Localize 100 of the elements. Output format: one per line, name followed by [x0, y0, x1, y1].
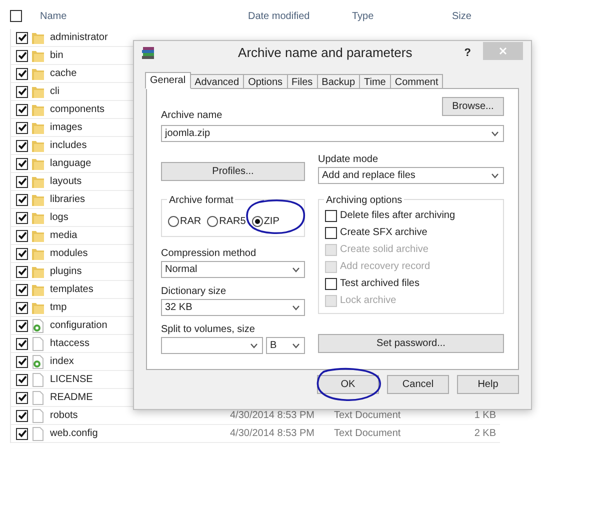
file-name[interactable]: web.config: [50, 426, 230, 441]
cancel-button[interactable]: Cancel: [387, 375, 449, 394]
checkbox[interactable]: [16, 176, 28, 188]
checkbox[interactable]: [325, 226, 337, 238]
field-label: Update mode: [318, 153, 380, 167]
document-icon: [31, 336, 45, 350]
checkbox[interactable]: [16, 320, 28, 332]
checkbox[interactable]: [16, 212, 28, 224]
browse-button[interactable]: Browse...: [442, 97, 504, 116]
folder-icon: [31, 30, 45, 44]
checkbox[interactable]: [16, 302, 28, 314]
archive-books-icon: [142, 46, 156, 60]
file-name[interactable]: robots: [50, 408, 230, 423]
checkbox[interactable]: [16, 194, 28, 206]
checkbox[interactable]: [16, 248, 28, 260]
split-unit-dropdown[interactable]: B: [266, 337, 305, 354]
checkbox-label: Delete files after archiving: [340, 209, 456, 223]
folder-icon: [31, 84, 45, 98]
help-button[interactable]: Help: [457, 375, 519, 394]
help-button[interactable]: ?: [464, 44, 471, 62]
checkbox[interactable]: [16, 284, 28, 296]
group-label: Archiving options: [324, 193, 404, 208]
document-icon: [31, 426, 45, 440]
date-modified: 4/30/2014 8:53 PM: [230, 409, 316, 423]
file-size: 1 KB: [473, 409, 496, 423]
tab[interactable]: Comment: [390, 74, 444, 89]
chevron-down-icon: [292, 342, 300, 348]
checkbox[interactable]: [16, 158, 28, 170]
file-size: 2 KB: [473, 427, 496, 441]
set-password-button[interactable]: Set password...: [318, 334, 504, 353]
compression-dropdown[interactable]: Normal: [161, 261, 305, 278]
folder-icon: [31, 120, 45, 134]
chevron-down-icon: [292, 266, 300, 272]
column-header[interactable]: Name: [40, 8, 220, 24]
file-type: Text Document: [334, 427, 402, 441]
checkbox[interactable]: [325, 210, 337, 222]
folder-icon: [31, 282, 45, 296]
tab[interactable]: Options: [243, 74, 288, 89]
field-label: Split to volumes, size: [161, 323, 256, 337]
folder-icon: [31, 228, 45, 242]
field-label: Compression method: [161, 247, 258, 261]
radio-label: ZIP: [264, 214, 280, 228]
checkbox[interactable]: [16, 104, 28, 116]
checkbox[interactable]: [16, 230, 28, 242]
checkbox-label: Add recovery record: [340, 260, 430, 274]
folder-icon: [31, 174, 45, 188]
checkbox[interactable]: [16, 428, 28, 440]
folder-icon: [31, 48, 45, 62]
checkbox-label: Create solid archive: [340, 243, 428, 257]
folder-icon: [31, 246, 45, 260]
checkbox[interactable]: [16, 50, 28, 62]
checkbox-label: Create SFX archive: [340, 226, 428, 240]
checkbox[interactable]: [16, 68, 28, 80]
column-header[interactable]: Size: [452, 8, 472, 24]
checkbox[interactable]: [16, 374, 28, 386]
checkbox-label: Lock archive: [340, 294, 396, 308]
column-header[interactable]: Type: [352, 8, 452, 24]
tab[interactable]: General: [145, 72, 191, 89]
close-icon: [499, 47, 507, 55]
folder-icon: [31, 156, 45, 170]
checkbox[interactable]: [16, 338, 28, 350]
script-file-icon: [31, 318, 45, 332]
radio-button[interactable]: [168, 216, 179, 226]
checkbox[interactable]: [16, 410, 28, 422]
window-title: Archive name and parameters: [237, 44, 414, 62]
chevron-down-icon: [250, 342, 258, 348]
profiles-button[interactable]: Profiles...: [161, 162, 305, 181]
checkbox[interactable]: [16, 356, 28, 368]
checkbox[interactable]: [16, 392, 28, 404]
checkbox[interactable]: [16, 140, 28, 152]
field-label: Dictionary size: [161, 285, 228, 299]
checkbox[interactable]: [16, 32, 28, 44]
script-file-icon: [31, 354, 45, 368]
archive-name-field[interactable]: joomla.zip: [161, 125, 504, 142]
date-modified: 4/30/2014 8:53 PM: [230, 427, 316, 441]
split-size-field[interactable]: [161, 337, 263, 354]
chevron-down-icon: [292, 304, 300, 310]
folder-icon: [31, 210, 45, 224]
update-mode-dropdown[interactable]: Add and replace files: [318, 167, 504, 184]
checkbox[interactable]: [16, 266, 28, 278]
dictionary-size-dropdown[interactable]: 32 KB: [161, 299, 305, 316]
radio-label: RAR5: [219, 214, 246, 228]
radio-button[interactable]: [252, 216, 263, 226]
field-label: Archive name: [161, 109, 224, 123]
folder-icon: [31, 102, 45, 116]
select-all-checkbox[interactable]: [10, 10, 22, 22]
ok-button[interactable]: OK: [317, 375, 379, 394]
checkbox[interactable]: [325, 278, 337, 290]
document-icon: [31, 372, 45, 386]
checkbox[interactable]: [16, 122, 28, 134]
checkbox[interactable]: [16, 86, 28, 98]
chevron-down-icon: [491, 130, 499, 136]
folder-icon: [31, 192, 45, 206]
chevron-down-icon: [491, 172, 499, 178]
column-header[interactable]: Date modified: [248, 8, 352, 24]
radio-button[interactable]: [207, 216, 218, 226]
folder-icon: [31, 264, 45, 278]
checkbox-label: Test archived files: [340, 277, 420, 291]
document-icon: [31, 390, 45, 404]
radio-label: RAR: [180, 214, 202, 228]
